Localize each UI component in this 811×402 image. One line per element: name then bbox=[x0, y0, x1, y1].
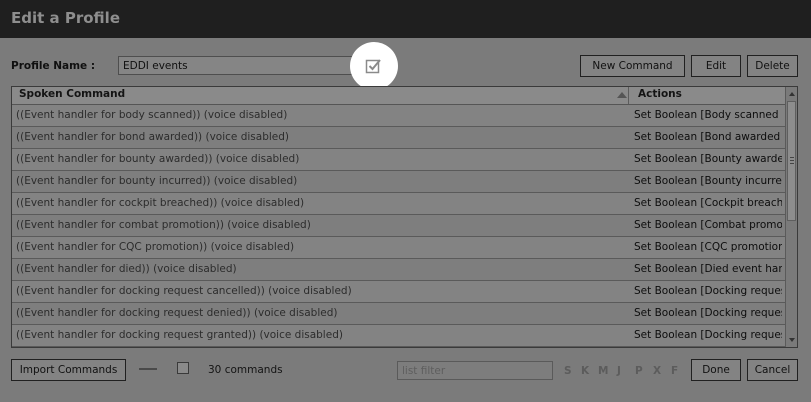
delete-button[interactable]: Delete bbox=[747, 55, 798, 77]
spoken-command-cell: ((Event handler for docking request canc… bbox=[16, 285, 352, 297]
spoken-command-cell: ((Event handler for docking request deni… bbox=[16, 307, 338, 319]
grip-line bbox=[790, 163, 794, 164]
table-row[interactable]: ((Event handler for combat promotion)) (… bbox=[12, 215, 785, 237]
scroll-down-icon[interactable] bbox=[789, 338, 795, 342]
spoken-command-cell: ((Event handler for cockpit breached)) (… bbox=[16, 197, 305, 209]
commands-grid[interactable]: Spoken Command Actions ((Event handler f… bbox=[11, 86, 798, 348]
grip-line bbox=[790, 157, 794, 158]
column-divider[interactable] bbox=[628, 87, 629, 104]
done-button[interactable]: Done bbox=[691, 359, 741, 381]
scroll-thumb[interactable] bbox=[787, 101, 796, 221]
sort-ascending-icon bbox=[617, 92, 627, 98]
select-checkbox[interactable] bbox=[177, 362, 189, 374]
table-row[interactable]: ((Event handler for body scanned)) (voic… bbox=[12, 105, 785, 127]
action-cell: Set Boolean [Bounty awarded event handle… bbox=[634, 153, 782, 165]
minus-icon[interactable] bbox=[139, 368, 157, 370]
profile-name-label: Profile Name : bbox=[11, 60, 96, 72]
action-cell: Set Boolean [Docking request denied even… bbox=[634, 307, 782, 319]
import-commands-button[interactable]: Import Commands bbox=[11, 359, 126, 381]
table-row[interactable]: ((Event handler for docking request gran… bbox=[12, 325, 785, 347]
column-spoken-command[interactable]: Spoken Command bbox=[19, 88, 125, 100]
spoken-command-cell: ((Event handler for bounty awarded)) (vo… bbox=[16, 153, 300, 165]
filter-letter-m[interactable]: M bbox=[598, 365, 608, 377]
table-row[interactable]: ((Event handler for bounty incurred)) (v… bbox=[12, 171, 785, 193]
list-filter-input[interactable]: list filter bbox=[397, 361, 553, 380]
spoken-command-cell: ((Event handler for bond awarded)) (voic… bbox=[16, 131, 289, 143]
action-cell: Set Boolean [Docking request granted eve… bbox=[634, 329, 782, 341]
filter-letter-j[interactable]: J bbox=[617, 365, 621, 377]
scroll-up-icon[interactable] bbox=[789, 92, 795, 96]
action-cell: Set Boolean [Cockpit breached event hand… bbox=[634, 197, 782, 209]
cancel-button[interactable]: Cancel bbox=[747, 359, 798, 381]
spoken-command-cell: ((Event handler for bounty incurred)) (v… bbox=[16, 175, 298, 187]
spoken-command-cell: ((Event handler for died)) (voice disabl… bbox=[16, 263, 237, 275]
action-cell: Set Boolean [Bounty incurred event handl… bbox=[634, 175, 782, 187]
grid-scrollbar[interactable] bbox=[785, 87, 797, 347]
table-row[interactable]: ((Event handler for bounty awarded)) (vo… bbox=[12, 149, 785, 171]
action-cell: Set Boolean [Bond awarded event handler] bbox=[634, 131, 782, 143]
action-cell: Set Boolean [Body scanned event handler] bbox=[634, 109, 782, 121]
profile-checkbox-highlight[interactable] bbox=[350, 42, 398, 90]
action-cell: Set Boolean [Died event handler] bbox=[634, 263, 782, 275]
table-row[interactable]: ((Event handler for docking request deni… bbox=[12, 303, 785, 325]
title-bar: Edit a Profile bbox=[0, 0, 811, 38]
table-row[interactable]: ((Event handler for CQC promotion)) (voi… bbox=[12, 237, 785, 259]
grid-rows: ((Event handler for body scanned)) (voic… bbox=[12, 105, 785, 347]
table-row[interactable]: ((Event handler for bond awarded)) (voic… bbox=[12, 127, 785, 149]
column-actions[interactable]: Actions bbox=[638, 88, 682, 100]
edit-button[interactable]: Edit bbox=[691, 55, 741, 77]
grid-header: Spoken Command Actions bbox=[12, 87, 785, 105]
spoken-command-cell: ((Event handler for combat promotion)) (… bbox=[16, 219, 311, 231]
checkbox-checked-icon bbox=[365, 59, 381, 74]
action-cell: Set Boolean [Docking request cancelled e… bbox=[634, 285, 782, 297]
filter-letter-k[interactable]: K bbox=[581, 365, 589, 377]
filter-letter-f[interactable]: F bbox=[671, 365, 678, 377]
spoken-command-cell: ((Event handler for body scanned)) (voic… bbox=[16, 109, 288, 121]
new-command-button[interactable]: New Command bbox=[580, 55, 685, 77]
table-row[interactable]: ((Event handler for docking request canc… bbox=[12, 281, 785, 303]
table-row[interactable]: ((Event handler for cockpit breached)) (… bbox=[12, 193, 785, 215]
filter-letter-x[interactable]: X bbox=[653, 365, 661, 377]
spoken-command-cell: ((Event handler for CQC promotion)) (voi… bbox=[16, 241, 295, 253]
action-cell: Set Boolean [CQC promotion event handler… bbox=[634, 241, 782, 253]
filter-letter-p[interactable]: P bbox=[635, 365, 643, 377]
filter-letter-s[interactable]: S bbox=[564, 365, 572, 377]
window-title: Edit a Profile bbox=[11, 9, 120, 27]
profile-name-input[interactable]: EDDI events bbox=[118, 56, 370, 75]
table-row[interactable]: ((Event handler for died)) (voice disabl… bbox=[12, 259, 785, 281]
action-cell: Set Boolean [Combat promotion event hand… bbox=[634, 219, 782, 231]
grip-line bbox=[790, 160, 794, 161]
spoken-command-cell: ((Event handler for docking request gran… bbox=[16, 329, 343, 341]
command-count: 30 commands bbox=[208, 364, 283, 376]
